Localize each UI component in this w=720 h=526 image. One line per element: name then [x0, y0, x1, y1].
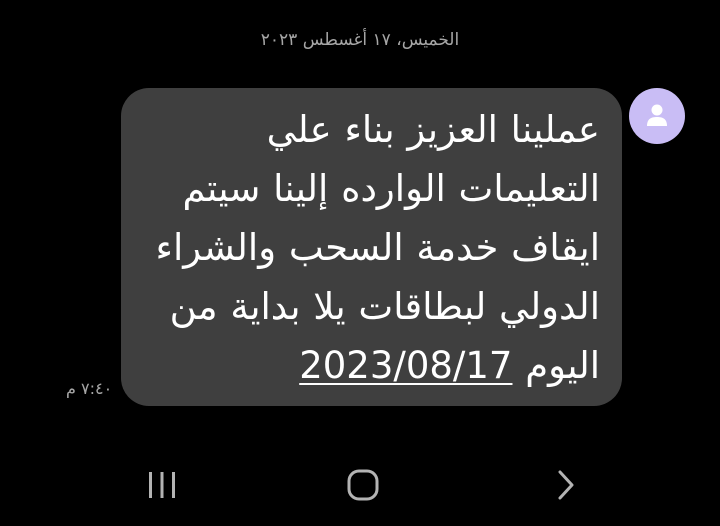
- back-button[interactable]: [535, 455, 595, 515]
- recents-button[interactable]: [132, 455, 192, 515]
- message-line-prefix: اليوم: [525, 344, 600, 387]
- home-button[interactable]: [333, 455, 393, 515]
- conversation-date-header: الخميس، ١٧ أغسطس ٢٠٢٣: [260, 30, 460, 50]
- message-body: عملينا العزيز بناء علي التعليمات الوارده…: [143, 100, 600, 395]
- message-line: التعليمات الوارده إلينا سيتم: [182, 167, 600, 210]
- recents-icon: [149, 472, 175, 498]
- message-bubble[interactable]: عملينا العزيز بناء علي التعليمات الوارده…: [121, 88, 622, 406]
- message-line: اليوم 2023/08/17: [143, 336, 600, 395]
- message-line: الدولي لبطاقات يلا بداية من: [169, 285, 600, 328]
- message-time: ٧:٤٠ م: [66, 379, 113, 398]
- back-chevron-icon: [558, 470, 574, 500]
- home-icon: [347, 469, 379, 501]
- contact-avatar[interactable]: [629, 88, 685, 144]
- message-line: ايقاف خدمة السحب والشراء: [155, 226, 600, 269]
- person-icon: [647, 104, 667, 126]
- navigation-bar: [0, 455, 720, 515]
- date-link[interactable]: 2023/08/17: [299, 344, 512, 387]
- message-line: عملينا العزيز بناء علي: [266, 108, 600, 151]
